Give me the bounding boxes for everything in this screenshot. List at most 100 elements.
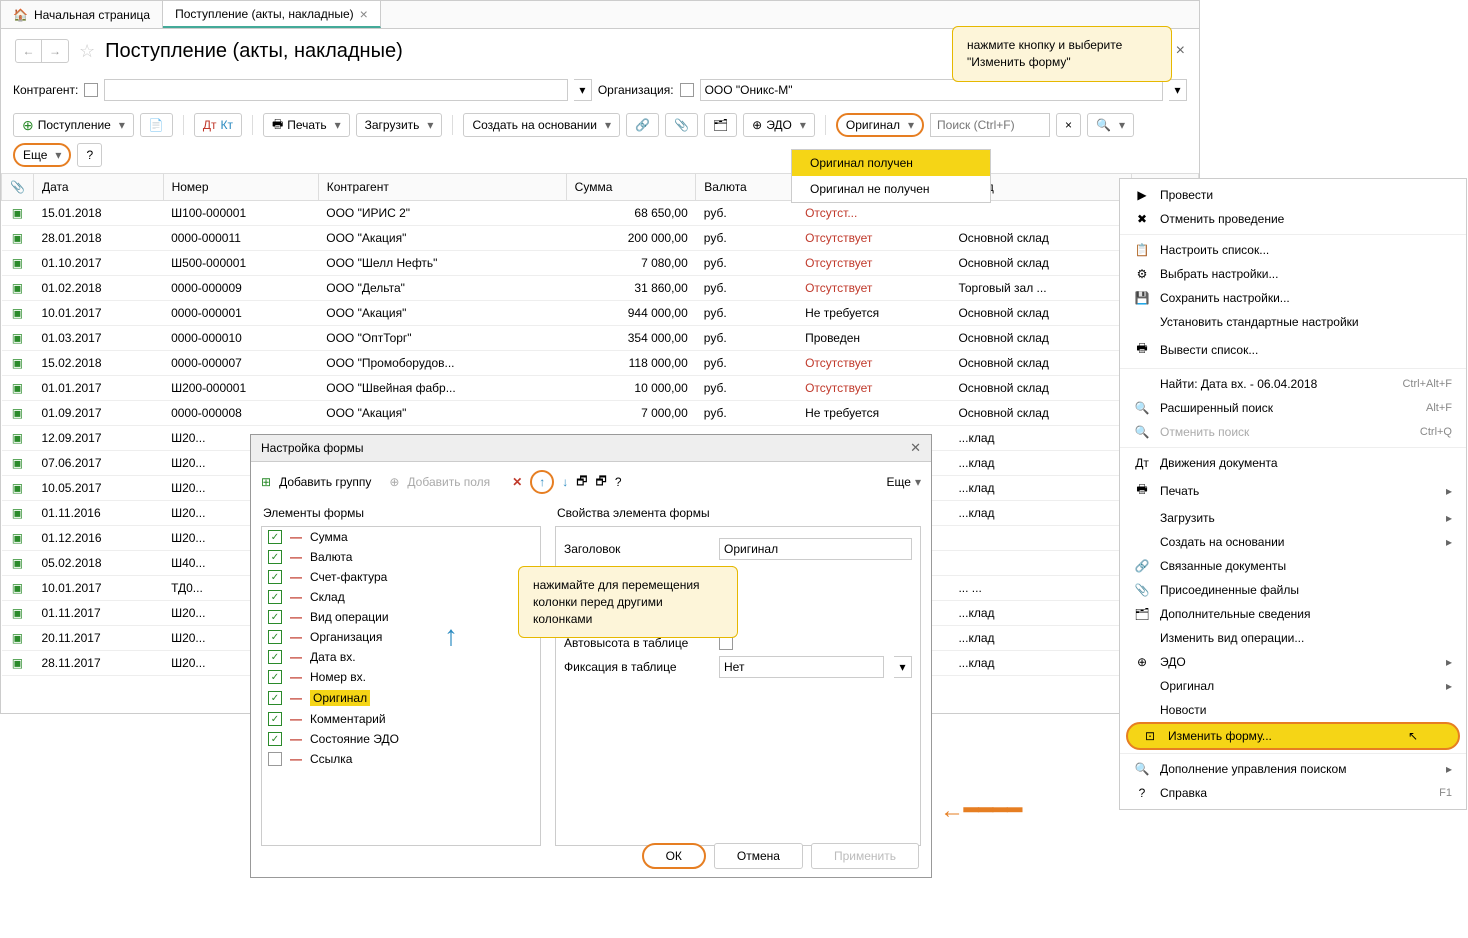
menu-item[interactable]: 🔗 Связанные документы	[1120, 554, 1466, 578]
add-button[interactable]: Поступление	[13, 113, 134, 137]
menu-item[interactable]: 🖶 Печать	[1120, 475, 1466, 506]
table-row[interactable]: ▣ 15.02.2018 0000-000007 ООО "Промоборуд…	[2, 351, 1199, 376]
menu-item[interactable]: Изменить вид операции...	[1120, 626, 1466, 650]
menu-item[interactable]: 💾 Сохранить настройки...	[1120, 286, 1466, 310]
close-icon[interactable]: ×	[360, 6, 368, 22]
menu-item[interactable]: ⊡ Изменить форму... ↖	[1126, 722, 1460, 750]
dialog-more-button[interactable]: Еще	[887, 475, 921, 489]
element-row[interactable]: — Ссылка	[262, 749, 540, 769]
col-contragent[interactable]: Контрагент	[318, 174, 566, 201]
prop-fixation-select[interactable]	[719, 656, 884, 678]
element-row[interactable]: ✓ — Сумма	[262, 527, 540, 547]
menu-item[interactable]: 🖶 Вывести список...	[1120, 334, 1466, 365]
chevron-down-icon[interactable]: ▾	[574, 79, 592, 101]
create-based-button[interactable]: Создать на основании	[463, 113, 620, 137]
ok-button[interactable]: ОК	[642, 843, 706, 869]
print-button[interactable]: 🖶 Печать	[263, 113, 350, 137]
menu-item[interactable]: 📎 Присоединенные файлы	[1120, 578, 1466, 602]
search-input[interactable]	[930, 113, 1050, 137]
close-icon[interactable]: ✕	[910, 440, 921, 456]
menu-item[interactable]: 🗂 Дополнительные сведения	[1120, 602, 1466, 626]
element-checkbox[interactable]: ✓	[268, 530, 282, 544]
table-row[interactable]: ▣ 01.09.2017 0000-000008 ООО "Акация" 7 …	[2, 401, 1199, 426]
table-row[interactable]: ▣ 01.02.2018 0000-000009 ООО "Дельта" 31…	[2, 276, 1199, 301]
extra-button[interactable]: 🗂	[704, 113, 737, 137]
more-button[interactable]: Еще	[13, 143, 71, 167]
original-not-received-item[interactable]: Оригинал не получен	[792, 176, 990, 202]
col-date[interactable]: Дата	[33, 174, 163, 201]
tab-document[interactable]: Поступление (акты, накладные) ×	[163, 1, 381, 28]
element-checkbox[interactable]	[268, 752, 282, 766]
edo-button[interactable]: ⊕ ЭДО	[743, 113, 815, 137]
element-row[interactable]: ✓ — Состояние ЭДО	[262, 729, 540, 749]
table-row[interactable]: ▣ 01.10.2017 Ш500-000001 ООО "Шелл Нефть…	[2, 251, 1199, 276]
move-up-button[interactable]: ↑	[530, 470, 554, 494]
tb-icon2[interactable]: 🗗	[596, 472, 607, 493]
element-row[interactable]: ✓ — Номер вх.	[262, 667, 540, 687]
close-icon[interactable]: ×	[1176, 42, 1185, 60]
element-row[interactable]: ✓ — Вид операции	[262, 607, 540, 627]
menu-item[interactable]: Загрузить	[1120, 506, 1466, 530]
copy-button[interactable]: 📄	[140, 113, 173, 137]
cancel-button[interactable]: Отмена	[714, 843, 803, 869]
tab-home[interactable]: 🏠 Начальная страница	[1, 1, 163, 28]
menu-item[interactable]: Найти: Дата вх. - 06.04.2018 Ctrl+Alt+F	[1120, 372, 1466, 396]
menu-item[interactable]: 🔍 Расширенный поиск Alt+F	[1120, 396, 1466, 420]
element-checkbox[interactable]: ✓	[268, 670, 282, 684]
col-currency[interactable]: Валюта	[696, 174, 797, 201]
help-icon[interactable]: ?	[615, 475, 622, 489]
element-row[interactable]: ✓ — Организация	[262, 627, 540, 647]
load-button[interactable]: Загрузить	[356, 113, 443, 137]
element-row[interactable]: ✓ — Комментарий	[262, 709, 540, 729]
dtkt-button[interactable]: ДтКт	[194, 113, 242, 137]
table-row[interactable]: ▣ 01.03.2017 0000-000010 ООО "ОптТорг" 3…	[2, 326, 1199, 351]
element-row[interactable]: ✓ — Склад	[262, 587, 540, 607]
chevron-down-icon[interactable]: ▾	[894, 656, 912, 678]
col-num[interactable]: Номер	[163, 174, 318, 201]
menu-item[interactable]: ⚙ Выбрать настройки...	[1120, 262, 1466, 286]
element-checkbox[interactable]: ✓	[268, 732, 282, 746]
delete-icon[interactable]: ✕	[512, 475, 522, 489]
element-checkbox[interactable]: ✓	[268, 712, 282, 726]
related-button[interactable]: 🔗	[626, 113, 659, 137]
table-row[interactable]: ▣ 01.01.2017 Ш200-000001 ООО "Швейная фа…	[2, 376, 1199, 401]
element-row[interactable]: ✓ — Дата вх.	[262, 647, 540, 667]
element-row[interactable]: ✓ — Валюта	[262, 547, 540, 567]
menu-item[interactable]: ? Справка F1	[1120, 781, 1466, 805]
original-received-item[interactable]: Оригинал получен	[792, 150, 990, 176]
menu-item[interactable]: 🔍 Дополнение управления поиском	[1120, 757, 1466, 781]
element-row[interactable]: ✓ — Счет-фактура	[262, 567, 540, 587]
prop-autoheight-checkbox[interactable]	[719, 636, 733, 650]
attach-button[interactable]: 📎	[665, 113, 698, 137]
org-filter-checkbox[interactable]	[680, 83, 694, 97]
dialog-title-bar[interactable]: Настройка формы ✕	[251, 435, 931, 462]
prop-title-input[interactable]	[719, 538, 912, 560]
org-filter-input[interactable]	[700, 79, 1163, 101]
tb-icon1[interactable]: 🗗	[576, 472, 587, 493]
menu-item[interactable]: ⊕ ЭДО	[1120, 650, 1466, 674]
element-checkbox[interactable]: ✓	[268, 550, 282, 564]
element-checkbox[interactable]: ✓	[268, 610, 282, 624]
menu-item[interactable]: ▶ Провести	[1120, 183, 1466, 207]
original-button[interactable]: Оригинал	[836, 113, 924, 137]
help-button[interactable]: ?	[77, 143, 102, 167]
element-row[interactable]: ✓ — Оригинал	[262, 687, 540, 709]
element-checkbox[interactable]: ✓	[268, 650, 282, 664]
table-row[interactable]: ▣ 15.01.2018 Ш100-000001 ООО "ИРИС 2" 68…	[2, 201, 1199, 226]
favorite-icon[interactable]: ☆	[79, 41, 95, 62]
search-clear[interactable]: ×	[1056, 113, 1081, 137]
nav-forward[interactable]: →	[42, 40, 68, 62]
menu-item[interactable]: ✖ Отменить проведение	[1120, 207, 1466, 231]
move-down-button[interactable]: ↓	[562, 475, 568, 489]
menu-item[interactable]: Дт Движения документа	[1120, 451, 1466, 475]
table-row[interactable]: ▣ 10.01.2017 0000-000001 ООО "Акация" 94…	[2, 301, 1199, 326]
add-group-button[interactable]: Добавить группу	[279, 475, 371, 489]
col-sum[interactable]: Сумма	[566, 174, 696, 201]
element-checkbox[interactable]: ✓	[268, 570, 282, 584]
search-go[interactable]: 🔍	[1087, 113, 1134, 137]
elements-list[interactable]: ✓ — Сумма✓ — Валюта✓ — Счет-фактура✓ — С…	[261, 526, 541, 846]
menu-item[interactable]: Оригинал	[1120, 674, 1466, 698]
table-row[interactable]: ▣ 28.01.2018 0000-000011 ООО "Акация" 20…	[2, 226, 1199, 251]
col-attach[interactable]: 📎	[2, 174, 34, 201]
menu-item[interactable]: Новости	[1120, 698, 1466, 722]
